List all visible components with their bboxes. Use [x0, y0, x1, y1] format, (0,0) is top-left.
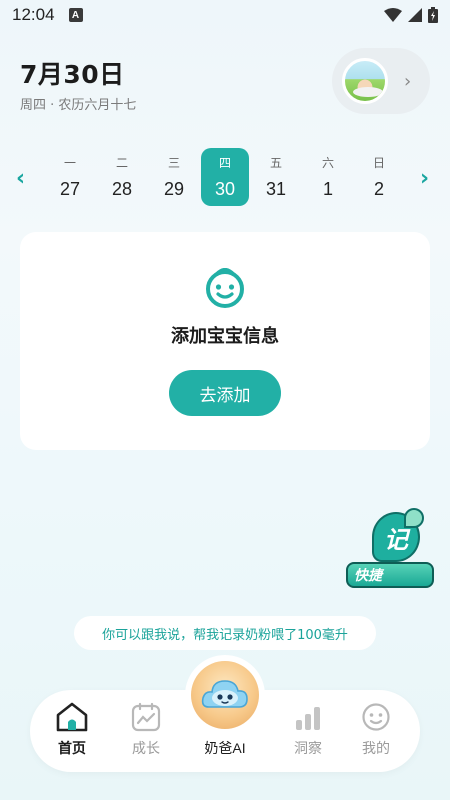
weekday-label: 四 — [218, 156, 231, 170]
chevron-right-icon: › — [404, 70, 412, 92]
baby-avatar — [342, 58, 388, 104]
weekday-label: 日 — [372, 156, 385, 170]
baby-profile-switcher[interactable]: › — [332, 48, 430, 114]
tab-label: 成长 — [132, 741, 160, 757]
tab-insight[interactable]: 洞察 — [276, 702, 340, 758]
weekday-label: 五 — [269, 156, 282, 170]
day-cell[interactable]: 日 2 — [355, 148, 403, 206]
tab-label: 我的 — [362, 741, 390, 757]
smile-face-icon — [362, 703, 390, 731]
day-cell[interactable]: 六 1 — [304, 148, 352, 206]
growth-chart-icon — [131, 702, 161, 732]
page-date-title: 7月30日 — [20, 60, 125, 89]
tab-ai-button[interactable] — [185, 655, 265, 735]
date-subtitle: 周四 · 农历六月十七 — [20, 98, 137, 113]
day-number: 27 — [59, 179, 81, 199]
tab-label: 首页 — [58, 741, 86, 757]
notification-a-icon: A — [68, 8, 83, 22]
day-number: 2 — [373, 179, 384, 199]
battery-icon — [428, 7, 438, 23]
add-baby-button[interactable]: 去添加 — [169, 370, 281, 416]
tab-home[interactable]: 首页 — [40, 702, 104, 758]
wifi-icon — [384, 8, 402, 22]
week-calendar-strip: ‹ 一 27 二 28 三 29 四 30 五 31 六 1 日 2 › — [0, 148, 450, 208]
day-cell[interactable]: 三 29 — [150, 148, 198, 206]
day-number: 30 — [214, 179, 236, 199]
weekday-label: 一 — [63, 156, 76, 170]
record-bubble-icon: 记 — [372, 508, 424, 562]
day-cell[interactable]: 二 28 — [98, 148, 146, 206]
tab-mine[interactable]: 我的 — [344, 702, 408, 758]
prev-week-chevron-icon[interactable]: ‹ — [16, 166, 25, 191]
status-time: 12:04 — [12, 5, 55, 24]
day-number: 31 — [265, 179, 287, 199]
day-number: 1 — [322, 179, 333, 199]
day-cell[interactable]: 一 27 — [46, 148, 94, 206]
tab-label: 洞察 — [294, 741, 322, 757]
day-cell-selected[interactable]: 四 30 — [201, 148, 249, 206]
status-bar: 12:04 A — [0, 0, 450, 30]
add-baby-card: 添加宝宝信息 去添加 — [20, 232, 430, 450]
ai-cloud-mascot-icon — [201, 680, 248, 708]
ai-mascot-avatar — [191, 661, 259, 729]
signal-icon — [408, 8, 422, 22]
insight-bars-icon — [296, 707, 320, 730]
day-number: 28 — [111, 179, 133, 199]
tab-label-ai: 奶爸AI — [204, 740, 246, 756]
next-week-chevron-icon[interactable]: › — [420, 166, 429, 191]
day-cell[interactable]: 五 31 — [252, 148, 300, 206]
quick-record-button[interactable]: 记 快捷 — [346, 508, 434, 592]
baby-face-icon — [206, 268, 244, 308]
tab-growth[interactable]: 成长 — [114, 702, 178, 758]
weekday-label: 二 — [115, 156, 128, 170]
weekday-label: 六 — [321, 156, 334, 170]
day-number: 29 — [163, 179, 185, 199]
quick-label: 快捷 — [346, 562, 434, 588]
voice-hint-chip[interactable]: 你可以跟我说，帮我记录奶粉喂了100毫升 — [74, 616, 376, 650]
card-title: 添加宝宝信息 — [171, 326, 279, 347]
weekday-label: 三 — [167, 156, 180, 170]
home-icon — [56, 702, 88, 732]
